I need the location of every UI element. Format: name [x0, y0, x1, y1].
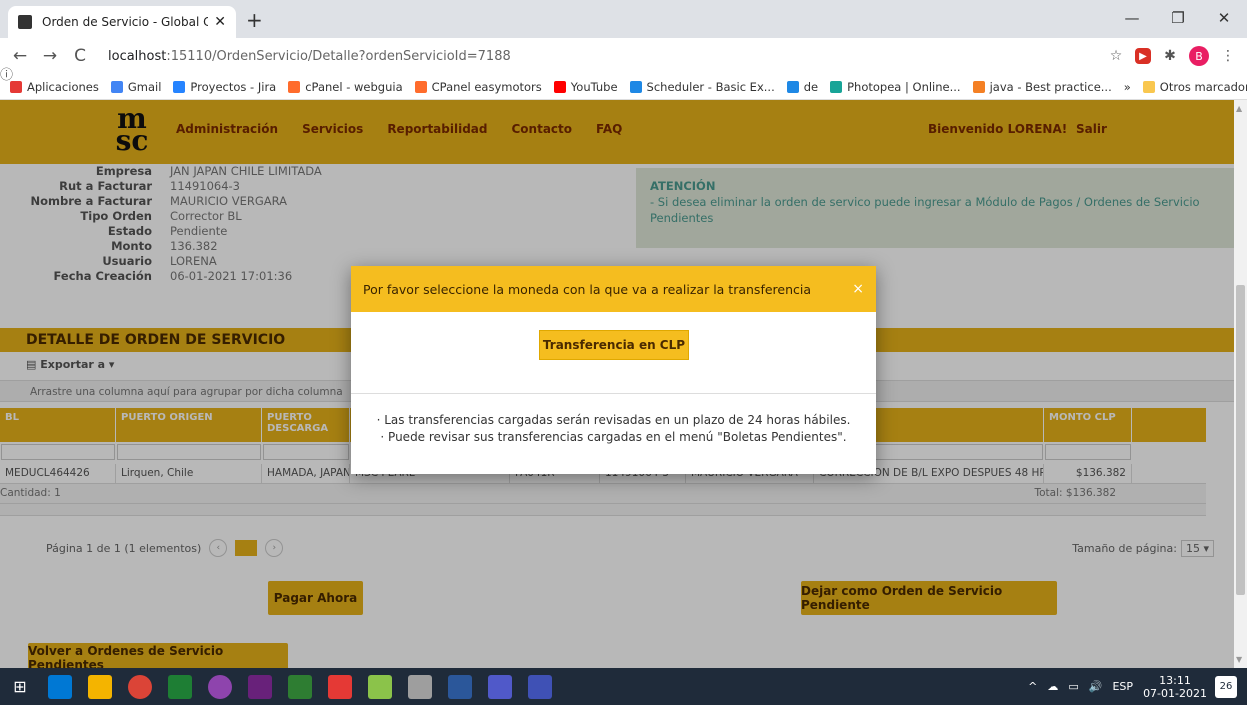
onedrive-icon[interactable]: ☁: [1047, 680, 1058, 693]
stackoverflow-icon: [972, 80, 985, 93]
network-icon[interactable]: ▭: [1068, 680, 1078, 693]
minimize-icon[interactable]: —: [1109, 0, 1155, 36]
clock[interactable]: 13:11 07-01-2021: [1143, 674, 1207, 700]
currency-modal: Por favor seleccione la moneda con la qu…: [351, 266, 876, 474]
page-scrollbar[interactable]: ▲ ▼: [1234, 100, 1247, 668]
bookmark-item[interactable]: de: [786, 80, 818, 94]
folder-icon: [1142, 80, 1155, 93]
extension-icon[interactable]: ▶: [1135, 48, 1151, 64]
visual-studio-icon[interactable]: [248, 674, 272, 699]
excel-icon[interactable]: [168, 674, 192, 699]
profile-avatar[interactable]: B: [1189, 46, 1209, 66]
bookmark-item[interactable]: java - Best practice...: [972, 80, 1112, 94]
modal-note: · Las transferencias cargadas serán revi…: [376, 413, 851, 427]
scrollbar-thumb[interactable]: [1236, 285, 1245, 595]
volume-icon[interactable]: 🔊: [1089, 680, 1103, 693]
transfer-clp-button[interactable]: Transferencia en CLP: [539, 330, 689, 360]
outlook-icon[interactable]: [48, 674, 72, 699]
scroll-up-icon[interactable]: ▲: [1236, 104, 1242, 113]
bookmark-item[interactable]: Scheduler - Basic Ex...: [629, 80, 775, 94]
bookmark-item[interactable]: YouTube: [553, 80, 618, 94]
bookmark-star-icon[interactable]: ☆: [1105, 45, 1127, 67]
modal-title: Por favor seleccione la moneda con la qu…: [363, 281, 812, 297]
app-icon[interactable]: [288, 674, 312, 699]
paint-icon[interactable]: [408, 674, 432, 699]
modal-note: · Puede revisar sus transferencias carga…: [380, 430, 847, 444]
windows-start-icon[interactable]: ⊞: [8, 675, 32, 699]
bookmark-item[interactable]: CPanel easymotors: [414, 80, 542, 94]
cpanel-icon: [414, 80, 427, 93]
new-tab-button[interactable]: +: [246, 8, 263, 32]
app-icon[interactable]: [528, 674, 552, 699]
file-explorer-icon[interactable]: [88, 674, 112, 699]
close-window-icon[interactable]: ✕: [1201, 0, 1247, 36]
chrome-icon[interactable]: [128, 674, 152, 699]
browser-tab-strip: Orden de Servicio - Global Conta ✕ + — ❐…: [0, 0, 1247, 38]
back-icon[interactable]: ←: [8, 46, 32, 66]
close-tab-icon[interactable]: ✕: [214, 14, 226, 30]
close-icon[interactable]: ×: [852, 281, 864, 297]
notifications-icon[interactable]: 26: [1215, 675, 1237, 698]
youtube-icon: [553, 80, 566, 93]
system-tray: ^ ☁ ▭ 🔊 ESP 13:11 07-01-2021 26: [1028, 668, 1247, 705]
app-icon[interactable]: [328, 674, 352, 699]
bookmark-item[interactable]: Photopea | Online...: [830, 80, 961, 94]
word-icon[interactable]: [448, 674, 472, 699]
tab-title: Orden de Servicio - Global Conta: [42, 15, 209, 29]
reload-icon[interactable]: C: [68, 46, 92, 66]
browser-tab[interactable]: Orden de Servicio - Global Conta ✕: [8, 6, 236, 38]
restore-icon[interactable]: ❐: [1155, 0, 1201, 36]
tray-chevron-icon[interactable]: ^: [1028, 680, 1037, 693]
menu-kebab-icon[interactable]: ⋮: [1217, 45, 1239, 67]
extensions-puzzle-icon[interactable]: ✱: [1159, 45, 1181, 67]
notepad-plus-icon[interactable]: [368, 674, 392, 699]
address-bar[interactable]: ⓘ localhost :15110/OrdenServicio/Detalle…: [0, 42, 1097, 84]
url-path: :15110/OrdenServicio/Detalle?ordenServic…: [166, 48, 511, 64]
window-controls: — ❐ ✕: [1109, 0, 1247, 36]
bookmark-generic-icon: [786, 80, 799, 93]
app-icon[interactable]: [208, 674, 232, 699]
site-info-icon[interactable]: ⓘ: [0, 64, 360, 83]
photopea-icon: [830, 80, 843, 93]
teams-icon[interactable]: [488, 674, 512, 699]
forward-icon[interactable]: →: [38, 46, 62, 66]
taskbar: ⊞ ^ ☁ ▭ 🔊 ESP 13:11 07-01-2021 26: [0, 668, 1247, 705]
scroll-down-icon[interactable]: ▼: [1236, 655, 1242, 664]
modal-footer: · Las transferencias cargadas serán revi…: [351, 394, 876, 446]
browser-toolbar: ← → C ⓘ localhost :15110/OrdenServicio/D…: [0, 38, 1247, 84]
other-bookmarks-folder[interactable]: Otros marcadores: [1142, 80, 1247, 94]
more-bookmarks-button[interactable]: »: [1124, 80, 1131, 94]
scheduler-icon: [629, 80, 642, 93]
modal-header: Por favor seleccione la moneda con la qu…: [351, 266, 876, 312]
favicon-icon: [18, 15, 32, 29]
lang-indicator[interactable]: ESP: [1112, 680, 1133, 693]
url-host: localhost: [108, 48, 167, 64]
modal-body: Transferencia en CLP: [351, 312, 876, 394]
